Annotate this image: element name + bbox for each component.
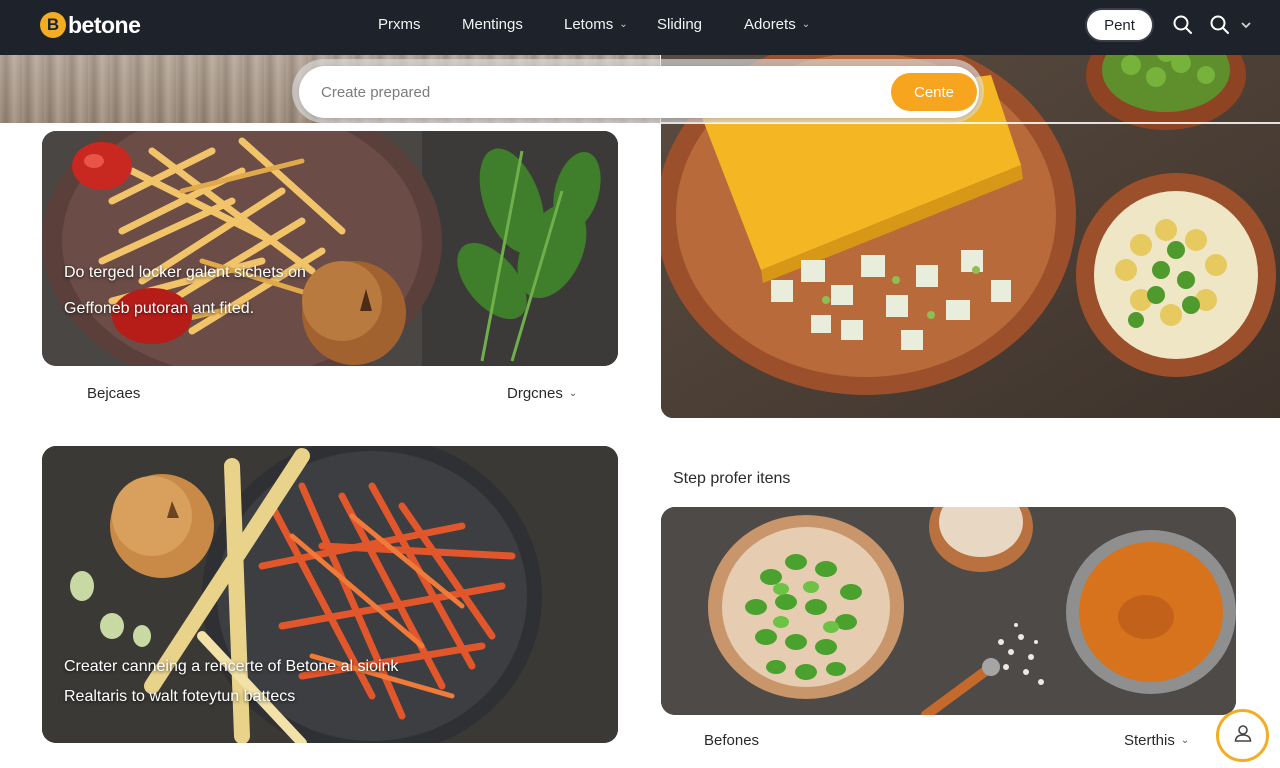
card-description-line: Creater canneing a rencerte of Betone al… — [64, 658, 399, 675]
dropdown-label: Sterthis — [1124, 732, 1175, 749]
card-description-line: Realtaris to walt foteytun battecs — [64, 688, 296, 705]
chevron-down-icon: ⌄ — [1180, 735, 1190, 746]
fries-illustration — [42, 131, 618, 366]
logo-mark-icon: B — [40, 12, 66, 38]
card-meta-label: Befones — [704, 732, 760, 749]
recipe-card-peas[interactable] — [661, 507, 1236, 715]
card-meta-dropdown[interactable]: Drgcnes ⌄ — [507, 385, 577, 402]
card-description-line: Geffoneb putoran ant fited. — [64, 300, 255, 317]
brand-name: betone — [68, 11, 141, 38]
nav-item-adorets[interactable]: Adorets ⌄ — [744, 16, 810, 33]
nav-item-mentings[interactable]: Mentings — [462, 16, 523, 33]
chevron-down-icon: ⌄ — [568, 388, 578, 399]
nav-item-letoms[interactable]: Letoms ⌄ — [564, 16, 628, 33]
nav-item-label: Letoms — [564, 16, 614, 33]
card-meta-dropdown[interactable]: Sterthis ⌄ — [1124, 732, 1189, 749]
nav-item-prxms[interactable]: Prxms — [378, 16, 421, 33]
brand-logo[interactable]: B betone — [40, 11, 141, 39]
nav-item-label: Adorets — [744, 16, 796, 33]
profile-fab-button[interactable] — [1216, 709, 1269, 762]
card-description-line: Do terged locker galent sichets on — [64, 264, 306, 281]
card-meta-label: Bejcaes — [87, 385, 141, 402]
search-bar: Cente — [299, 66, 979, 118]
nav-item-sliding[interactable]: Sliding — [657, 16, 702, 33]
top-navigation-bar: B betone Prxms Mentings Letoms ⌄ Sliding… — [0, 0, 1280, 55]
chevron-down-icon: ⌄ — [801, 19, 811, 30]
nav-item-label: Mentings — [462, 16, 523, 33]
section-title: Step profer itens — [673, 470, 791, 487]
nav-item-label: Prxms — [378, 16, 421, 33]
post-button[interactable]: Pent — [1085, 8, 1154, 42]
chevron-down-icon[interactable] — [1239, 14, 1253, 36]
dropdown-label: Drgcnes — [507, 385, 563, 402]
recipe-card-carrots[interactable]: Creater canneing a rencerte of Betone al… — [42, 446, 618, 743]
chevron-down-icon: ⌄ — [619, 19, 628, 30]
user-icon — [1233, 723, 1253, 748]
search-icon[interactable] — [1172, 14, 1194, 36]
nav-item-label: Sliding — [657, 16, 703, 33]
search-submit-button[interactable]: Cente — [891, 73, 977, 111]
search-input[interactable] — [321, 78, 881, 106]
search-icon[interactable] — [1209, 14, 1231, 36]
peas-illustration — [661, 507, 1236, 715]
recipe-card-fries[interactable]: Do terged locker galent sichets on Geffo… — [42, 131, 618, 366]
